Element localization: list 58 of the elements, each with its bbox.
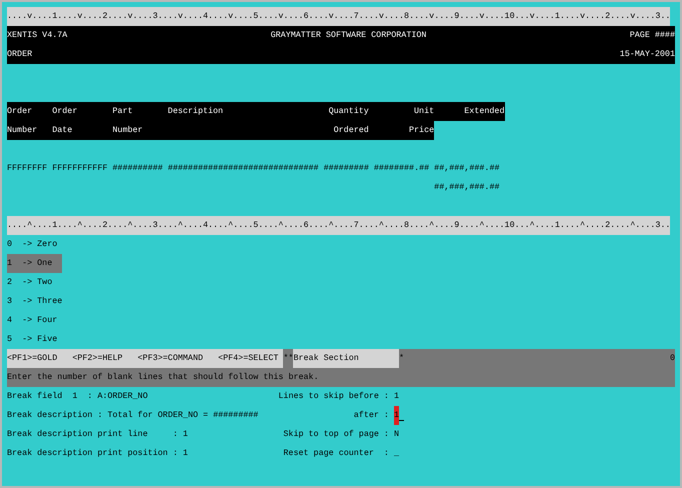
input-field[interactable]: _ <box>394 444 399 463</box>
field-label: Break description print line : <box>7 428 178 441</box>
field-label: Skip to top of page : <box>282 428 389 441</box>
input-field[interactable]: N <box>394 425 399 444</box>
column-header: Order <box>52 106 78 116</box>
status-count: 0 <box>670 352 675 365</box>
field-mask: ##,###,###.## <box>434 162 500 175</box>
field-mask: ######### <box>324 162 369 175</box>
choice-item[interactable]: 2 -> Two <box>7 273 62 292</box>
column-header: Number <box>112 125 143 135</box>
field-mask: ########.## <box>374 162 430 175</box>
function-key-hint: <PF3>=COMMAND <box>138 352 203 365</box>
column-header: Order <box>7 106 32 116</box>
field-mask: FFFFFFFFFFF <box>52 162 108 175</box>
section-title: Break Section <box>293 349 399 368</box>
column-header: Extended <box>464 106 504 116</box>
field-label: Break description print position : <box>7 447 178 460</box>
column-header: Unit <box>414 106 434 116</box>
function-key-hint: <PF2>=HELP <box>72 352 123 365</box>
choice-item[interactable]: 3 -> Three <box>7 292 72 311</box>
column-header: Number <box>7 125 38 135</box>
field-mask: ##,###,###.## <box>434 181 500 194</box>
column-header: Part <box>112 106 133 116</box>
choice-item[interactable]: 4 -> Four <box>7 311 68 330</box>
product-version: XENTIS V4.7A <box>7 29 68 42</box>
column-ruler: ....v....1....v....2....v....3....v....4....v....5....v....6....v....7....v....8....v....9....v....10...v....1....v....2....v....3.. <box>7 7 670 26</box>
column-header: Price <box>409 125 434 135</box>
field-value: Total for ORDER_NO = ######### <box>106 409 258 422</box>
field-label: Reset page counter : <box>282 447 389 460</box>
company-name: GRAYMATTER SOFTWARE CORPORATION <box>270 29 426 42</box>
report-date: 15-MAY-2001 <box>620 48 675 61</box>
input-field[interactable]: 1 <box>394 387 399 406</box>
function-key-hint: <PF4>=SELECT <box>218 352 278 365</box>
help-message: Enter the number of blank lines that should follow this break. <box>7 371 319 384</box>
field-mask: FFFFFFFF <box>6 162 48 175</box>
report-name: ORDER <box>7 48 32 61</box>
asterisk-text: * <box>399 352 404 365</box>
column-header: Description <box>168 106 224 116</box>
page-number: PAGE #### <box>630 29 675 42</box>
field-label: Break field 1 : <box>7 390 92 403</box>
field-value: A:ORDER_NO <box>96 390 148 403</box>
choice-item[interactable]: 5 -> Five <box>7 330 68 349</box>
choice-item[interactable]: 1 -> One <box>7 254 62 273</box>
section-marker: ** <box>283 349 294 368</box>
field-mask: ########## <box>112 162 163 175</box>
field-label: Break description : <box>7 409 102 422</box>
field-label: Lines to skip before : <box>278 390 389 403</box>
column-ruler: ....^....1....^....2....^....3....^....4....^....5....^....6....^....7....^....8....^....9....^....10...^....1....^....2....^....3.. <box>7 216 670 235</box>
field-mask: ############################## <box>168 162 319 175</box>
column-header: Ordered <box>334 125 369 135</box>
column-header: Date <box>52 125 72 135</box>
choice-item[interactable]: 0 -> Zero <box>7 235 68 254</box>
field-value: 1 <box>182 428 188 441</box>
function-key-hint: <PF1>=GOLD <box>7 352 58 365</box>
field-value: 1 <box>182 447 188 460</box>
field-label: after : <box>352 409 389 422</box>
input-field[interactable]: 1 <box>394 406 399 425</box>
column-header: Quantity <box>328 106 369 116</box>
